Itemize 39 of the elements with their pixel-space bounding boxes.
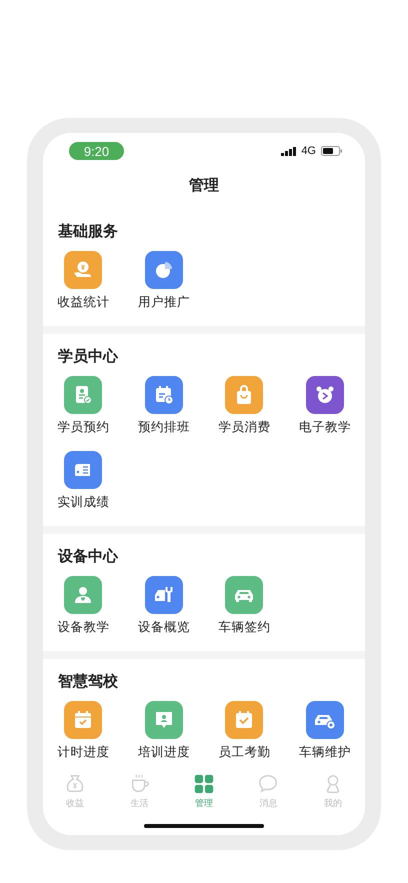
person-icon[interactable]: [64, 576, 102, 614]
menu-label[interactable]: 电子教学: [298, 418, 351, 436]
menu-label[interactable]: 培训进度: [138, 743, 190, 761]
menu-label[interactable]: 计时进度: [57, 743, 110, 761]
menu-label[interactable]: 收益统计: [57, 293, 110, 311]
contact-card-icon[interactable]: [64, 376, 102, 414]
chat-bubble-icon: [257, 773, 280, 795]
calendar-check-icon[interactable]: [64, 701, 102, 739]
section-title: 智慧驾校: [58, 672, 119, 692]
car-icon[interactable]: [225, 576, 264, 614]
section-title: 基础服务: [58, 222, 119, 242]
chat-person-icon[interactable]: [144, 701, 183, 739]
signal-icon: [281, 146, 296, 156]
menu-label[interactable]: 学员消费: [218, 418, 270, 436]
shopping-bag-icon[interactable]: [225, 376, 264, 414]
menu-label[interactable]: 用户推广: [138, 293, 190, 311]
page-title: 管理: [188, 176, 220, 196]
network-label: 4G: [301, 145, 316, 157]
car-wrench-icon[interactable]: [144, 576, 183, 614]
menu-label[interactable]: 车辆维护: [298, 743, 351, 761]
status-time: 9:20: [69, 142, 124, 160]
calendar-check-icon[interactable]: [225, 701, 264, 739]
vehicle-icon[interactable]: [64, 451, 102, 489]
pie-chart-icon[interactable]: [144, 251, 183, 289]
menu-label[interactable]: 实训成绩: [57, 493, 110, 511]
calendar-clock-icon[interactable]: [144, 376, 183, 414]
grid-icon: [193, 773, 216, 795]
section-title: 学员中心: [58, 347, 120, 367]
menu-label[interactable]: 学员预约: [57, 418, 110, 436]
coin-hand-icon[interactable]: [64, 251, 102, 289]
menu-label[interactable]: 车辆签约: [218, 618, 270, 636]
battery-icon: [321, 146, 343, 156]
menu-label[interactable]: 预约排班: [138, 418, 190, 436]
menu-label[interactable]: 设备概览: [138, 618, 190, 636]
menu-label[interactable]: 员工考勤: [218, 743, 270, 761]
menu-label[interactable]: 设备教学: [57, 618, 110, 636]
car-gear-icon[interactable]: [306, 701, 344, 739]
alarm-clock-icon[interactable]: [306, 376, 344, 414]
section-title: 设备中心: [58, 547, 120, 567]
